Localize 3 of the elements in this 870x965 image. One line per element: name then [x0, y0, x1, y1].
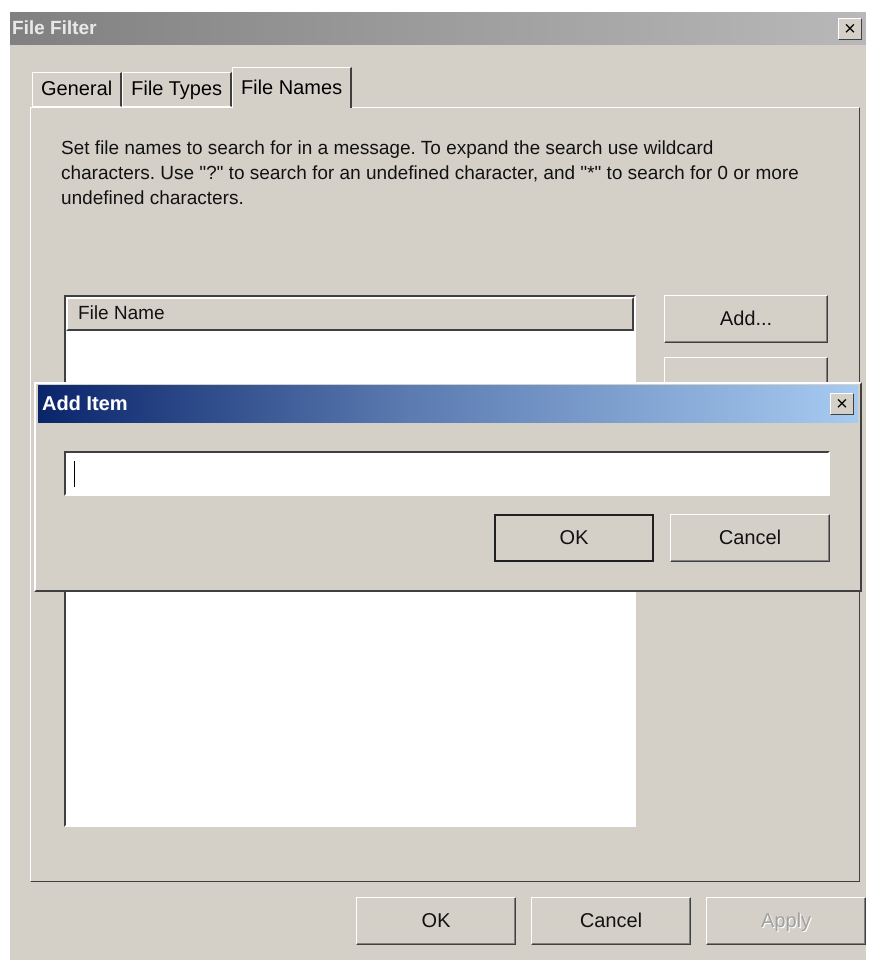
description-text: Set file names to search for in a message. To expand the search use wildcard characters. Use "?" to search for an undefined character, and "*" to search for 0 or more undefined characters.	[61, 137, 800, 211]
window-title: File Filter	[12, 18, 96, 40]
dialog-title: Add Item	[42, 392, 128, 416]
